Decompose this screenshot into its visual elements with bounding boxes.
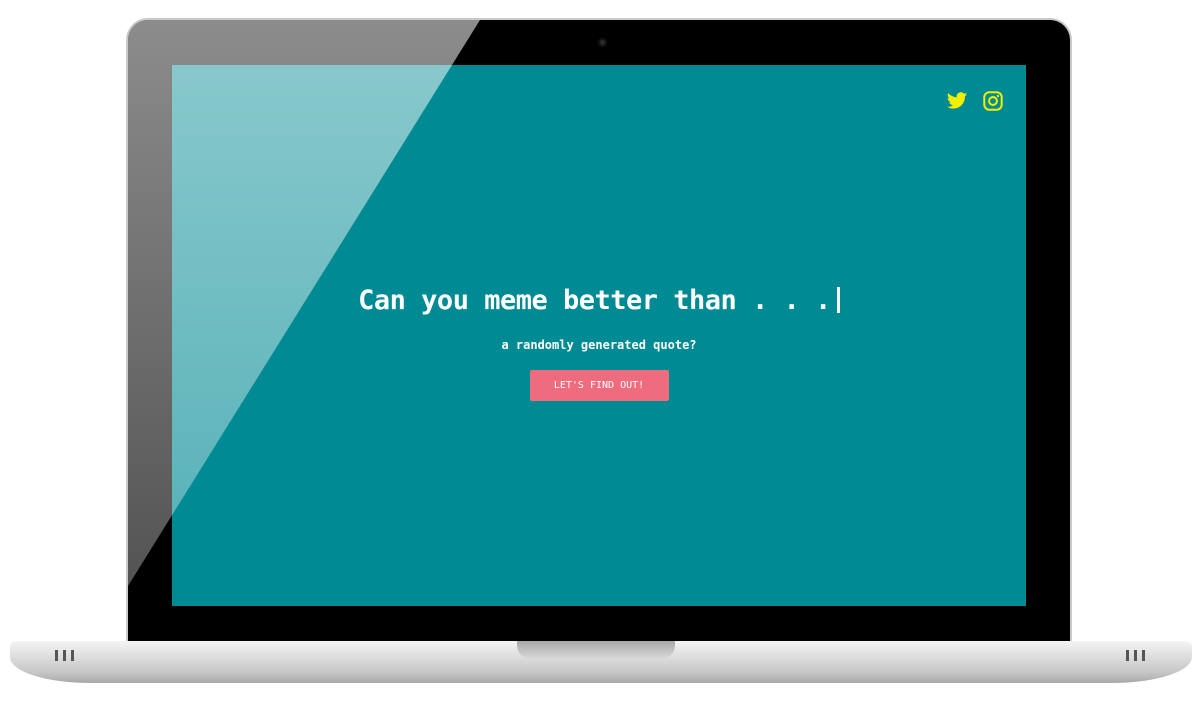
screen-bezel: Can you meme better than . . . a randoml… bbox=[128, 20, 1070, 650]
vent-left bbox=[55, 650, 74, 661]
vent-right bbox=[1126, 650, 1145, 661]
headline-text: Can you meme better than . . . bbox=[358, 285, 831, 316]
laptop-lid: Can you meme better than . . . a randoml… bbox=[126, 18, 1072, 650]
laptop-mockup: Can you meme better than . . . a randoml… bbox=[0, 0, 1200, 701]
laptop-base bbox=[10, 641, 1192, 683]
hero-headline: Can you meme better than . . . bbox=[172, 281, 1026, 321]
social-links bbox=[946, 90, 1004, 112]
web-page: Can you meme better than . . . a randoml… bbox=[172, 65, 1026, 606]
typing-cursor bbox=[836, 287, 840, 313]
instagram-icon bbox=[983, 91, 1003, 111]
find-out-button[interactable]: LET'S FIND OUT! bbox=[529, 370, 669, 401]
webcam bbox=[598, 38, 607, 47]
twitter-icon bbox=[946, 92, 968, 109]
hero-section: Can you meme better than . . . a randoml… bbox=[172, 281, 1026, 401]
hero-subtitle: a randomly generated quote? bbox=[501, 338, 697, 352]
twitter-link[interactable] bbox=[946, 90, 968, 112]
lid-notch bbox=[517, 641, 675, 659]
instagram-link[interactable] bbox=[982, 90, 1004, 112]
